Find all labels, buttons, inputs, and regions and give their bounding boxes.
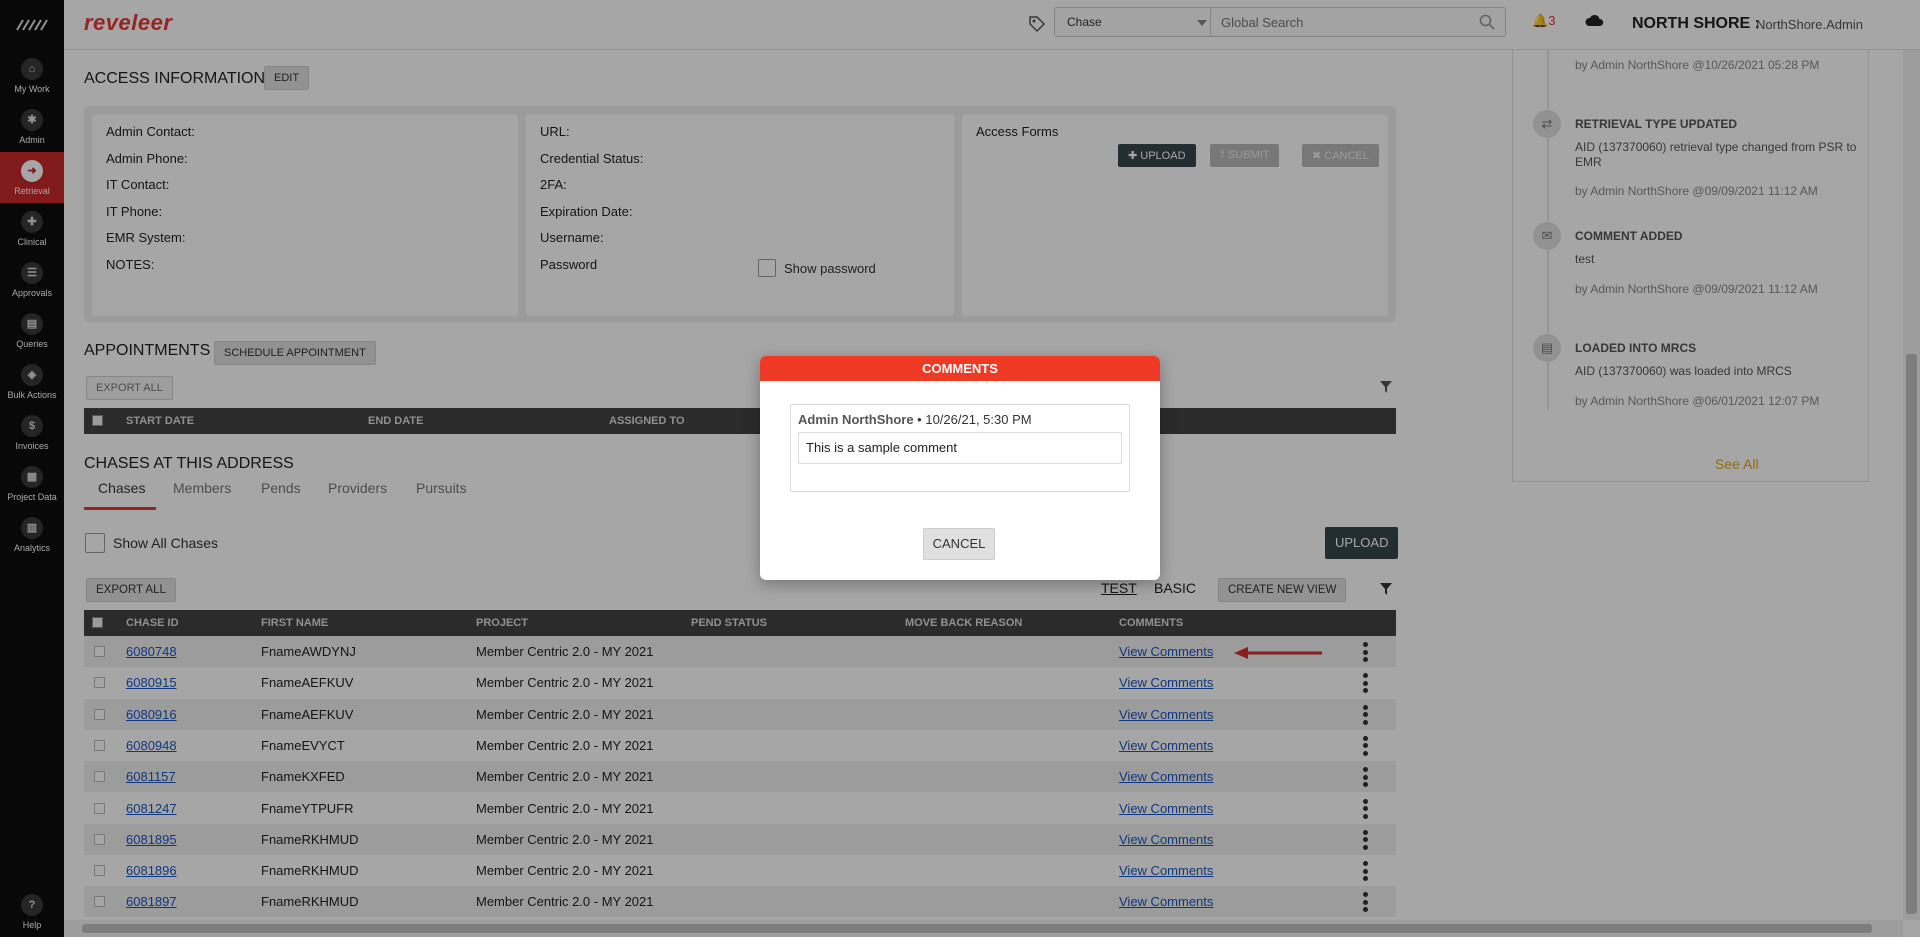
comment-meta: Admin NorthShore • 10/26/21, 5:30 PM [798, 412, 1032, 427]
comment-entry: Admin NorthShore • 10/26/21, 5:30 PM Thi… [790, 404, 1130, 492]
comment-author: Admin NorthShore [798, 412, 914, 427]
comment-text: This is a sample comment [798, 432, 1122, 464]
comments-modal-title: COMMENTS [760, 356, 1160, 381]
comment-timestamp: • 10/26/21, 5:30 PM [913, 412, 1032, 427]
modal-cancel-button[interactable]: CANCEL [923, 528, 995, 560]
comments-modal: COMMENTS Admin NorthShore • 10/26/21, 5:… [760, 356, 1160, 580]
